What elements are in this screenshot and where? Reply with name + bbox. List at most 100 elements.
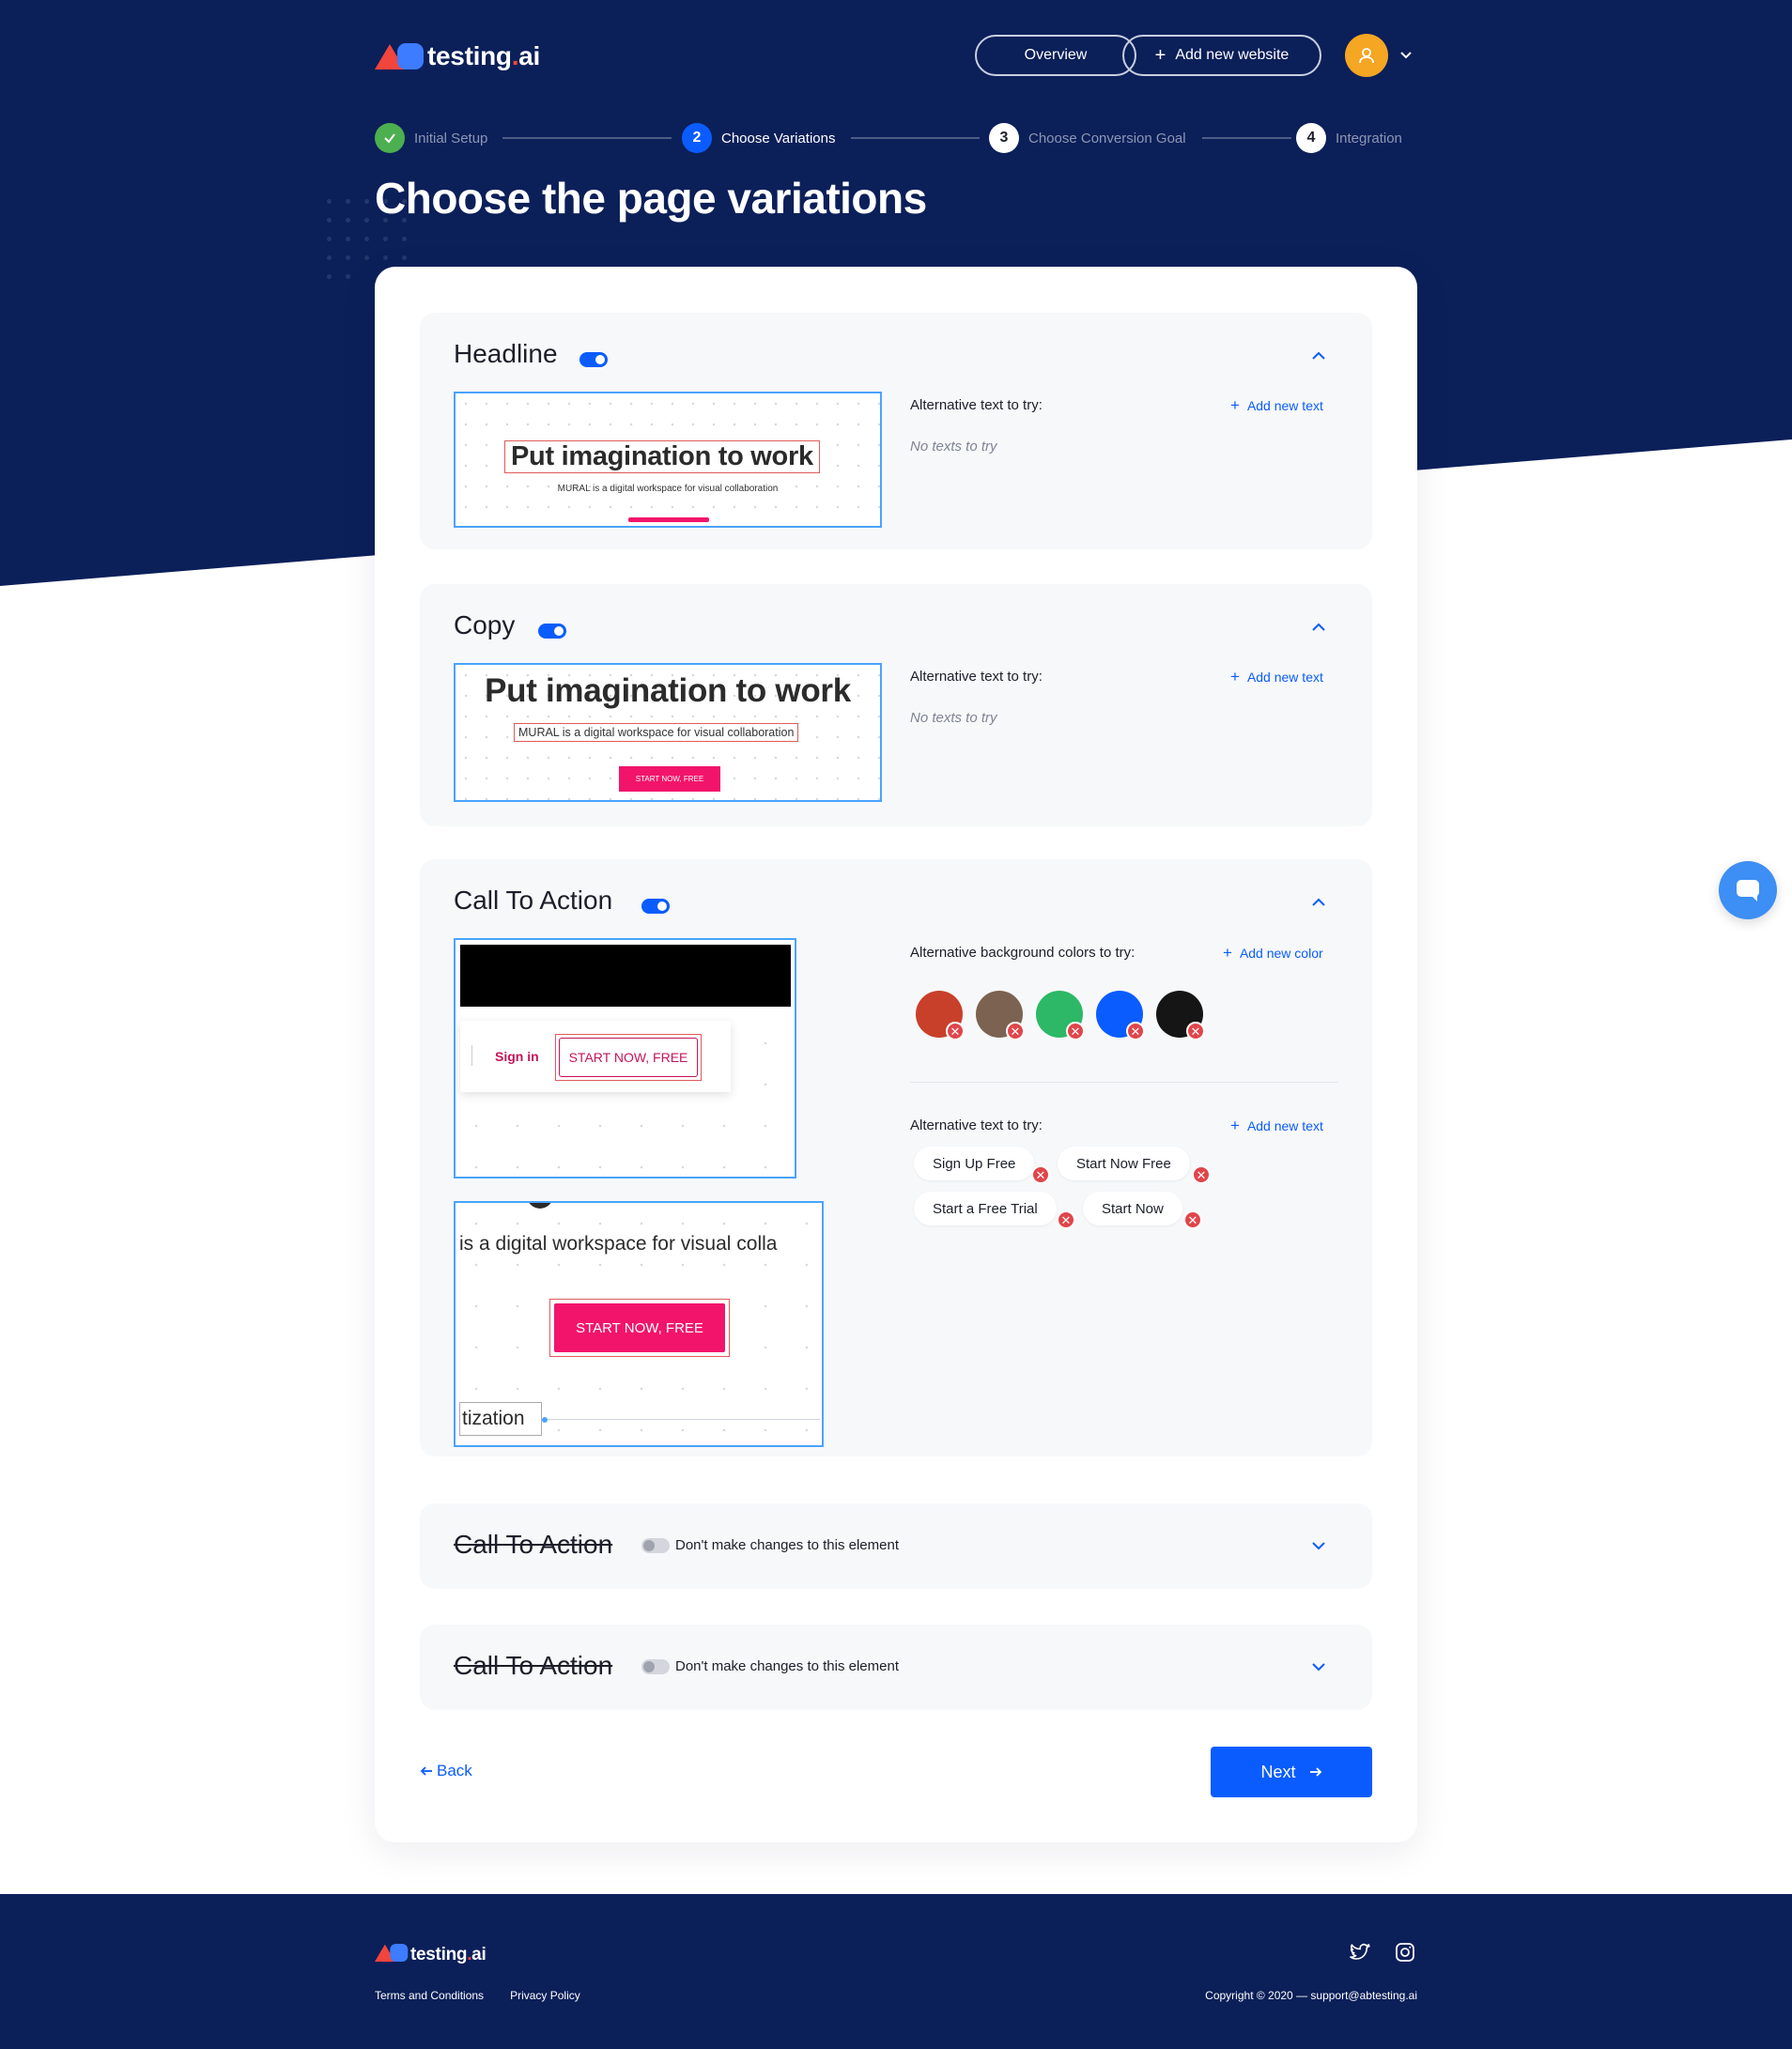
remove-color-icon[interactable]: ✕ xyxy=(1066,1022,1085,1040)
preview-divider xyxy=(471,1045,472,1066)
preview-tail-text: tization xyxy=(459,1402,542,1436)
stepper-connector xyxy=(851,137,980,139)
preview-cta-outline-button: START NOW, FREE xyxy=(559,1038,698,1077)
overview-button[interactable]: Overview xyxy=(975,35,1136,76)
variations-card: Headline Put imagination to work MURAL i… xyxy=(375,267,1417,1842)
preview-cta-strip xyxy=(628,517,709,522)
chip-label: Start Now xyxy=(1102,1200,1164,1217)
brand-logo[interactable]: testing.ai xyxy=(375,41,540,71)
chip-label: Start a Free Trial xyxy=(933,1200,1038,1217)
add-new-color-label: Add new color xyxy=(1239,945,1323,961)
remove-color-icon[interactable]: ✕ xyxy=(946,1022,965,1040)
text-chip[interactable]: Start Now Free xyxy=(1058,1147,1190,1180)
headline-toggle[interactable] xyxy=(579,352,608,367)
step-label: Integration xyxy=(1336,130,1402,146)
step-integration[interactable]: 4 Integration xyxy=(1296,123,1402,153)
step-label: Initial Setup xyxy=(414,130,488,146)
chevron-up-icon[interactable] xyxy=(1309,893,1328,912)
instagram-icon[interactable] xyxy=(1394,1941,1416,1964)
chip-label: Sign Up Free xyxy=(933,1155,1016,1172)
headline-preview: Put imagination to work MURAL is a digit… xyxy=(454,392,882,528)
add-new-website-button[interactable]: + Add new website xyxy=(1122,35,1321,76)
user-avatar[interactable] xyxy=(1345,34,1388,77)
next-label: Next xyxy=(1260,1762,1296,1781)
next-button[interactable]: Next xyxy=(1211,1747,1372,1797)
text-chip[interactable]: Start Now xyxy=(1083,1192,1182,1225)
add-new-color-link[interactable]: + Add new color xyxy=(1223,945,1323,961)
back-button[interactable]: Back xyxy=(420,1762,472,1780)
chevron-up-icon[interactable] xyxy=(1309,347,1328,365)
twitter-icon[interactable] xyxy=(1349,1941,1371,1964)
top-header: testing.ai Overview + Add new website xyxy=(375,34,1417,77)
chat-bubble-icon xyxy=(1737,880,1759,901)
step-number: 3 xyxy=(989,123,1019,153)
dont-change-label: Don't make changes to this element xyxy=(675,1658,899,1674)
add-new-text-link[interactable]: + Add new text xyxy=(1230,1117,1323,1133)
alt-text-label: Alternative text to try: xyxy=(910,669,1043,685)
preview-subheading: MURAL is a digital workspace for visual … xyxy=(514,723,799,742)
chevron-down-icon[interactable] xyxy=(1309,1536,1328,1555)
progress-stepper: Initial Setup 2 Choose Variations 3 Choo… xyxy=(375,123,1417,155)
add-new-text-link[interactable]: + Add new text xyxy=(1230,397,1323,413)
add-new-text-label: Add new text xyxy=(1246,397,1323,413)
text-chip[interactable]: Start a Free Trial xyxy=(914,1192,1057,1225)
section-title: Call To Action xyxy=(454,886,613,915)
alt-colors-label: Alternative background colors to try: xyxy=(910,945,1135,961)
chat-support-button[interactable] xyxy=(1719,861,1777,919)
back-label: Back xyxy=(437,1762,472,1779)
remove-text-icon[interactable]: ✕ xyxy=(1183,1210,1202,1229)
remove-color-icon[interactable]: ✕ xyxy=(1006,1022,1025,1040)
chevron-up-icon[interactable] xyxy=(1309,618,1328,637)
remove-text-icon[interactable]: ✕ xyxy=(1031,1165,1050,1184)
step-label: Choose Conversion Goal xyxy=(1028,130,1186,146)
preview-body-text: is a digital workspace for visual colla xyxy=(459,1233,778,1256)
preview-cta-highlight: START NOW, FREE xyxy=(555,1034,702,1081)
preview-nav-box: Sign in START NOW, FREE xyxy=(460,1021,731,1092)
cta-disabled-toggle[interactable] xyxy=(641,1538,670,1553)
remove-color-icon[interactable]: ✕ xyxy=(1186,1022,1205,1040)
footer-links: Terms and Conditions Privacy Policy xyxy=(375,1989,580,2002)
text-chip[interactable]: Sign Up Free xyxy=(914,1147,1035,1180)
chevron-down-icon[interactable] xyxy=(1398,47,1414,64)
alt-text-label: Alternative text to try: xyxy=(910,1117,1043,1133)
add-new-text-link[interactable]: + Add new text xyxy=(1230,669,1323,685)
plus-icon: + xyxy=(1230,1117,1240,1134)
brand-logo-text: testing.ai xyxy=(427,41,540,70)
preview-handle-dot xyxy=(542,1417,548,1423)
terms-link[interactable]: Terms and Conditions xyxy=(375,1989,484,2002)
user-icon xyxy=(1359,48,1374,64)
ab-logo-icon xyxy=(375,42,427,70)
plus-icon: + xyxy=(1230,668,1240,686)
ab-logo-icon xyxy=(375,1943,410,1967)
section-title: Call To Action xyxy=(454,1651,613,1680)
step-choose-conversion-goal[interactable]: 3 Choose Conversion Goal xyxy=(989,123,1186,153)
preview-heading: Put imagination to work xyxy=(504,440,820,473)
cta-preview-header: Sign in START NOW, FREE xyxy=(454,938,796,1179)
remove-color-icon[interactable]: ✕ xyxy=(1126,1022,1145,1040)
copy-toggle[interactable] xyxy=(538,624,566,639)
step-choose-variations[interactable]: 2 Choose Variations xyxy=(682,123,835,153)
check-icon xyxy=(375,123,405,153)
step-number: 2 xyxy=(682,123,712,153)
preview-dark-banner xyxy=(460,945,791,1007)
footer-logo[interactable]: testing.ai xyxy=(375,1943,487,1967)
chip-label: Start Now Free xyxy=(1076,1155,1171,1172)
cta-toggle[interactable] xyxy=(641,899,670,914)
section-copy: Copy Put imagination to work MURAL is a … xyxy=(420,584,1372,826)
remove-text-icon[interactable]: ✕ xyxy=(1192,1165,1211,1184)
dont-change-label: Don't make changes to this element xyxy=(675,1537,899,1553)
section-title: Headline xyxy=(454,339,558,368)
step-initial-setup[interactable]: Initial Setup xyxy=(375,123,487,153)
chevron-down-icon[interactable] xyxy=(1309,1657,1328,1676)
page-title: Choose the page variations xyxy=(375,174,927,223)
site-footer: testing.ai Terms and Conditions Privacy … xyxy=(0,1894,1792,2049)
copy-preview: Put imagination to work MURAL is a digit… xyxy=(454,663,882,802)
preview-sign-in: Sign in xyxy=(495,1049,539,1064)
privacy-link[interactable]: Privacy Policy xyxy=(510,1989,580,2002)
preview-cta-highlight: START NOW, FREE xyxy=(549,1299,730,1357)
cta-disabled-toggle[interactable] xyxy=(641,1659,670,1674)
overview-button-label: Overview xyxy=(1024,47,1088,63)
add-new-text-label: Add new text xyxy=(1246,1117,1323,1133)
divider xyxy=(910,1082,1338,1083)
remove-text-icon[interactable]: ✕ xyxy=(1057,1210,1075,1229)
